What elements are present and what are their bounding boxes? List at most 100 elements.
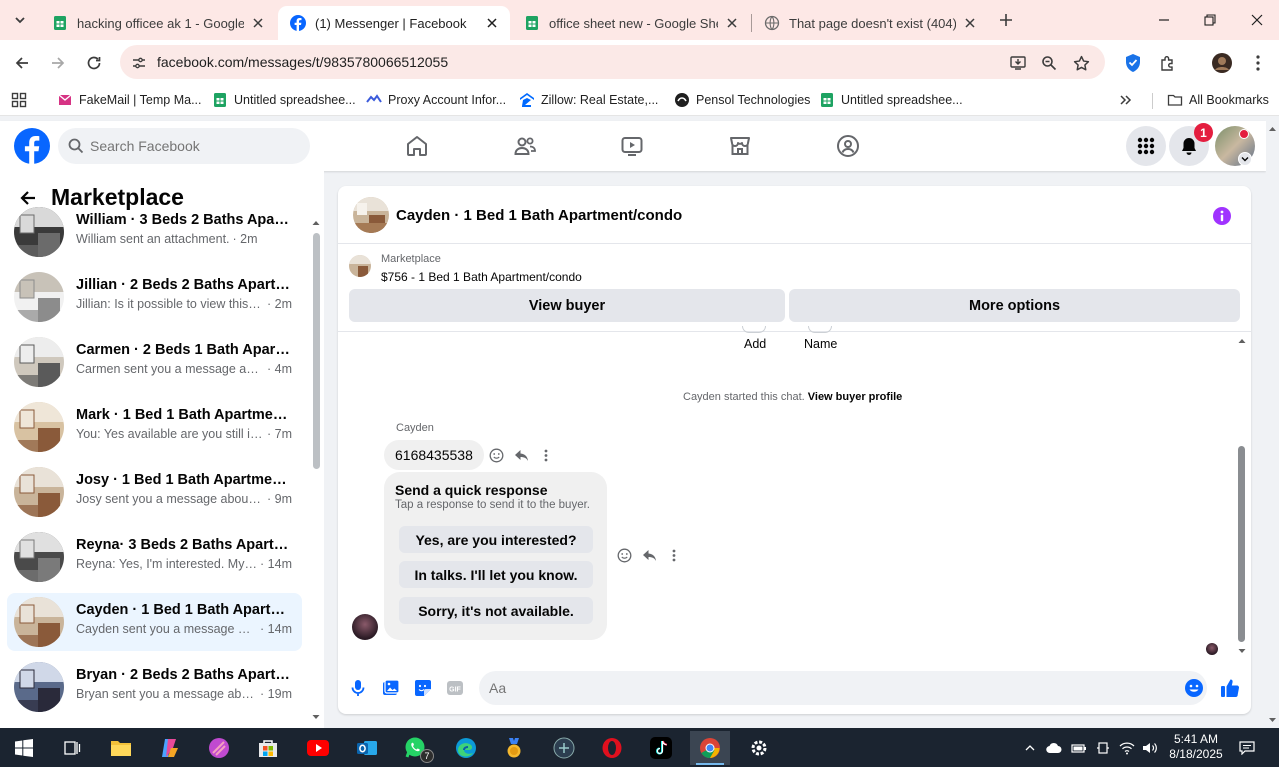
menu-button[interactable] bbox=[1126, 126, 1166, 166]
reload-button[interactable] bbox=[83, 52, 105, 74]
minimize-window-button[interactable] bbox=[1154, 10, 1174, 30]
taskbar-clock[interactable]: 5:41 AM 8/18/2025 bbox=[1164, 732, 1228, 762]
tab-close-button[interactable] bbox=[724, 15, 740, 31]
site-settings-icon[interactable] bbox=[130, 54, 148, 72]
battery-tray-icon[interactable] bbox=[1071, 740, 1087, 756]
message-more-button[interactable] bbox=[538, 447, 554, 463]
conversation-item[interactable]: Jillian · 2 Beds 2 Baths Apartment/condo… bbox=[7, 268, 302, 326]
react-button[interactable] bbox=[488, 447, 504, 463]
message-bubble[interactable]: 6168435538 bbox=[384, 440, 484, 470]
reply-button[interactable] bbox=[641, 547, 657, 563]
all-bookmarks-button[interactable]: All Bookmarks bbox=[1167, 91, 1269, 109]
bookmark-item[interactable]: Zillow: Real Estate,... bbox=[519, 91, 658, 109]
address-bar[interactable]: facebook.com/messages/t/9835780066512055 bbox=[120, 45, 1105, 79]
whatsapp-app[interactable]: 7 bbox=[396, 731, 436, 765]
tab-close-button[interactable] bbox=[250, 15, 266, 31]
listing-price-title[interactable]: $756 - 1 Bed 1 Bath Apartment/condo bbox=[381, 270, 582, 284]
facebook-logo-icon[interactable] bbox=[14, 128, 50, 164]
message-more-button[interactable] bbox=[666, 547, 682, 563]
notification-center-button[interactable] bbox=[1239, 740, 1255, 756]
chat-title[interactable]: Cayden · 1 Bed 1 Bath Apartment/condo bbox=[396, 207, 682, 224]
nav-home[interactable] bbox=[403, 132, 431, 160]
info-icon[interactable] bbox=[1212, 206, 1232, 226]
onedrive-tray-icon[interactable] bbox=[1046, 740, 1062, 756]
bookmark-item[interactable]: FakeMail | Temp Ma... bbox=[57, 91, 202, 109]
search-input[interactable] bbox=[90, 128, 300, 164]
device-tray-icon[interactable] bbox=[1095, 740, 1111, 756]
browser-tab[interactable]: hacking officee ak 1 - Google Sh bbox=[40, 6, 276, 40]
conversation-item[interactable]: Bryan · 2 Beds 2 Baths Apartment/condo Br… bbox=[7, 658, 302, 716]
extension-shield-button[interactable] bbox=[1122, 52, 1144, 74]
tab-search-button[interactable] bbox=[8, 8, 32, 32]
pinned-app[interactable] bbox=[544, 731, 584, 765]
view-buyer-profile-link[interactable]: View buyer profile bbox=[808, 391, 903, 403]
edge-app[interactable] bbox=[446, 731, 486, 765]
conversation-item[interactable]: Mark · 1 Bed 1 Bath Apartment/condo You: … bbox=[7, 398, 302, 456]
chrome-menu-button[interactable] bbox=[1247, 52, 1269, 74]
emoji-icon[interactable] bbox=[1184, 678, 1204, 698]
reply-button[interactable] bbox=[513, 447, 529, 463]
account-menu-chevron[interactable] bbox=[1238, 152, 1252, 166]
facebook-search[interactable] bbox=[58, 128, 310, 164]
react-button[interactable] bbox=[616, 547, 632, 563]
send-like-button[interactable] bbox=[1219, 677, 1241, 699]
conversation-item[interactable]: William · 3 Beds 2 Baths Apartment/condo… bbox=[7, 203, 302, 261]
chrome-app[interactable] bbox=[690, 731, 730, 765]
voice-clip-button[interactable] bbox=[347, 677, 369, 699]
bookmark-item[interactable]: Untitled spreadshee... bbox=[819, 91, 963, 109]
volume-tray-icon[interactable] bbox=[1142, 740, 1158, 756]
more-bookmarks-button[interactable] bbox=[1118, 91, 1132, 109]
youtube-app[interactable] bbox=[298, 731, 338, 765]
quick-response-option[interactable]: Sorry, it's not available. bbox=[399, 597, 593, 624]
scrollbar-thumb[interactable] bbox=[1238, 446, 1245, 642]
tab-close-button[interactable] bbox=[484, 15, 500, 31]
scrollbar-thumb[interactable] bbox=[313, 233, 320, 469]
chat-avatar[interactable] bbox=[353, 197, 389, 233]
pinned-app[interactable] bbox=[199, 731, 239, 765]
conversation-item[interactable]: Cayden · 1 Bed 1 Bath Apartment/condo Cay… bbox=[7, 593, 302, 651]
install-app-icon[interactable] bbox=[1009, 54, 1027, 72]
extensions-button[interactable] bbox=[1157, 52, 1179, 74]
profile-button[interactable] bbox=[1211, 52, 1233, 74]
sidebar-scrollbar[interactable] bbox=[310, 216, 322, 724]
bookmark-item[interactable]: Proxy Account Infor... bbox=[366, 91, 506, 109]
bookmark-star-button[interactable] bbox=[1072, 54, 1090, 72]
task-view-button[interactable] bbox=[52, 731, 92, 765]
quick-response-option[interactable]: Yes, are you interested? bbox=[399, 526, 593, 553]
browser-tab-active[interactable]: (1) Messenger | Facebook bbox=[278, 6, 510, 40]
conversation-item[interactable]: Reyna· 3 Beds 2 Baths Apartment/condo Rey… bbox=[7, 528, 302, 586]
zoom-icon[interactable] bbox=[1040, 54, 1058, 72]
close-window-button[interactable] bbox=[1247, 10, 1267, 30]
add-action-label[interactable]: Add bbox=[744, 337, 766, 351]
nav-watch[interactable] bbox=[618, 132, 646, 160]
microsoft-store-app[interactable] bbox=[248, 731, 288, 765]
new-tab-button[interactable] bbox=[996, 10, 1016, 30]
sender-avatar[interactable] bbox=[352, 614, 378, 640]
more-options-button[interactable]: More options bbox=[789, 289, 1240, 322]
bookmark-item[interactable]: Untitled spreadshee... bbox=[212, 91, 356, 109]
file-explorer-app[interactable] bbox=[101, 731, 141, 765]
view-buyer-button[interactable]: View buyer bbox=[349, 289, 785, 322]
apps-grid-button[interactable] bbox=[11, 91, 27, 109]
forward-button[interactable] bbox=[47, 52, 69, 74]
page-scrollbar[interactable] bbox=[1266, 121, 1279, 728]
messages-scrollbar[interactable] bbox=[1236, 334, 1248, 656]
nav-marketplace[interactable] bbox=[726, 132, 754, 160]
listing-thumbnail[interactable] bbox=[349, 255, 371, 277]
settings-app[interactable] bbox=[739, 731, 779, 765]
conversation-item[interactable]: Josy · 1 Bed 1 Bath Apartment/condo Josy … bbox=[7, 463, 302, 521]
browser-tab[interactable]: That page doesn't exist (404) - F bbox=[752, 6, 988, 40]
gif-button[interactable]: GIF bbox=[444, 677, 466, 699]
copilot-app[interactable] bbox=[150, 731, 190, 765]
quick-response-option[interactable]: In talks. I'll let you know. bbox=[399, 561, 593, 588]
browser-tab[interactable]: office sheet new - Google Sheets bbox=[512, 6, 750, 40]
name-action-label[interactable]: Name bbox=[804, 337, 837, 351]
outlook-app[interactable] bbox=[347, 731, 387, 765]
start-button[interactable] bbox=[4, 731, 44, 765]
conversation-item[interactable]: Carmen · 2 Beds 1 Bath Apartment/condo Ca… bbox=[7, 333, 302, 391]
restore-window-button[interactable] bbox=[1200, 10, 1220, 30]
award-app[interactable] bbox=[494, 731, 534, 765]
back-button[interactable] bbox=[11, 52, 33, 74]
show-hidden-icons-button[interactable] bbox=[1022, 740, 1038, 756]
bookmark-item[interactable]: Pensol Technologies bbox=[674, 91, 810, 109]
